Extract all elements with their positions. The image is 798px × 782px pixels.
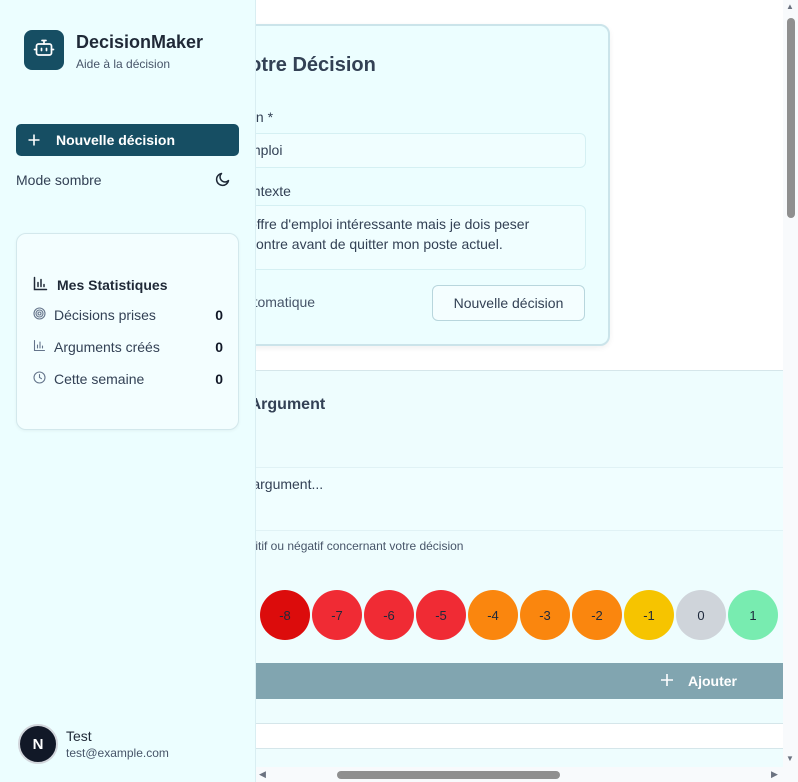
avatar[interactable]: N [18, 724, 58, 764]
dark-mode-label: Mode sombre [16, 172, 102, 188]
score-option[interactable]: -2 [572, 590, 622, 640]
app-title: DecisionMaker [76, 32, 204, 52]
app-subtitle: Aide à la décision [76, 57, 171, 71]
stat-value: 0 [215, 371, 223, 387]
stat-week-row: Cette semaine 0 [33, 371, 223, 387]
user-name: Test [66, 728, 92, 744]
stat-value: 0 [215, 339, 223, 355]
score-scale: -8 -7 -6 -5 -4 -3 -2 -1 0 1 [200, 590, 783, 642]
argument-help-text: positif ou négatif concernant votre déci… [236, 539, 464, 553]
bar-chart-icon [33, 276, 48, 294]
user-email: test@example.com [66, 746, 169, 760]
score-option[interactable]: 1 [728, 590, 778, 640]
stat-value: 0 [215, 307, 223, 323]
score-option[interactable]: 0 [676, 590, 726, 640]
app-logo [24, 30, 64, 70]
scroll-left-icon[interactable]: ◀ [259, 769, 266, 780]
vertical-scrollbar[interactable]: ▲ ▼ [783, 0, 798, 767]
dark-mode-toggle[interactable]: Mode sombre [16, 168, 231, 192]
horizontal-scroll-thumb[interactable] [337, 771, 560, 779]
clock-icon [33, 371, 46, 387]
plus-icon [660, 673, 674, 690]
moon-icon[interactable] [215, 171, 231, 190]
new-decision-form-button[interactable]: Nouvelle décision [432, 285, 585, 321]
score-option[interactable]: -4 [468, 590, 518, 640]
argument-input[interactable]: re argument... [200, 467, 783, 531]
vertical-scroll-thumb[interactable] [787, 18, 795, 218]
new-decision-label: Nouvelle décision [56, 132, 176, 148]
scroll-right-icon[interactable]: ▶ [771, 769, 778, 780]
next-card [200, 748, 783, 767]
scroll-up-icon[interactable]: ▲ [786, 2, 794, 11]
score-option[interactable]: -7 [312, 590, 362, 640]
add-argument-button[interactable]: Ajouter [660, 663, 737, 699]
target-icon [33, 307, 46, 323]
add-argument-bar[interactable]: Ajouter [200, 663, 783, 699]
scroll-down-icon[interactable]: ▼ [786, 754, 794, 763]
statistics-title: Mes Statistiques [33, 276, 167, 294]
sidebar: DecisionMaker Aide à la décision Nouvell… [0, 0, 256, 782]
decision-title-input[interactable]: mploi [238, 133, 586, 168]
score-option[interactable]: -3 [520, 590, 570, 640]
decision-form-card: votre Décision sion * mploi contexte off… [200, 24, 610, 346]
stat-label: Arguments créés [54, 339, 160, 355]
add-argument-label: Ajouter [688, 673, 737, 689]
statistics-title-label: Mes Statistiques [57, 277, 168, 293]
stat-label: Cette semaine [54, 371, 145, 387]
plus-icon [28, 130, 56, 151]
score-option[interactable]: -1 [624, 590, 674, 640]
score-option[interactable]: -8 [260, 590, 310, 640]
bar-chart-icon [33, 339, 46, 355]
scrollbar-corner [783, 767, 798, 782]
robot-icon [33, 37, 55, 64]
score-option[interactable]: -6 [364, 590, 414, 640]
stat-decisions-row: Décisions prises 0 [33, 307, 223, 323]
add-argument-panel: n Argument re argument... positif ou nég… [200, 370, 783, 724]
statistics-card: Mes Statistiques Décisions prises 0 Argu… [16, 233, 239, 430]
decision-context-textarea[interactable]: offre d'emploi intéressante mais je dois… [238, 205, 586, 270]
stat-label: Décisions prises [54, 307, 156, 323]
horizontal-scrollbar[interactable]: ◀ ▶ [256, 767, 783, 782]
new-decision-button[interactable]: Nouvelle décision [16, 124, 239, 156]
score-option[interactable]: -5 [416, 590, 466, 640]
stat-arguments-row: Arguments créés 0 [33, 339, 223, 355]
user-profile[interactable]: N Test test@example.com [18, 724, 169, 764]
decision-card-title: votre Décision [238, 54, 376, 76]
